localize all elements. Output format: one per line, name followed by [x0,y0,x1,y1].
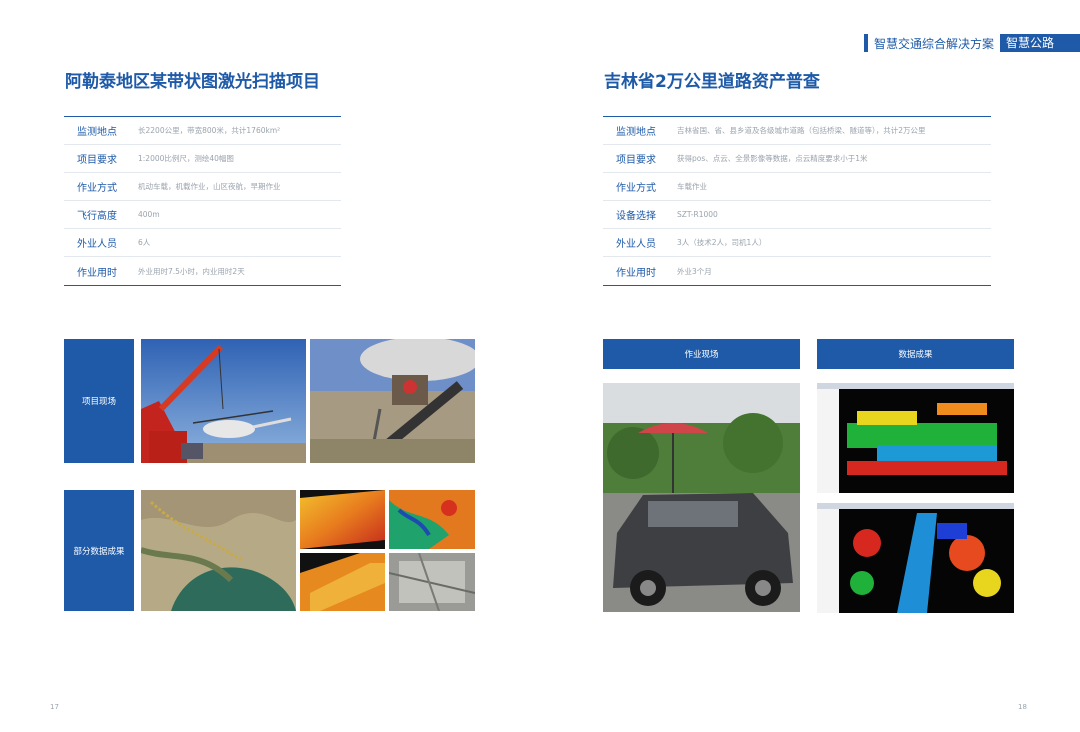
row-label: 作业方式 [77,183,117,194]
right-info-table: 监测地点 吉林省国、省、县乡道及各级城市道路（包括桥梁、隧道等），共计2万公里 项… [603,116,991,286]
table-row: 监测地点 长2200公里，带宽800米，共计1760km² [64,117,341,145]
row-value: SZT-R1000 [677,210,718,219]
equipment-closeup-photo [310,339,475,463]
elevation-map-green [389,490,475,549]
right-section-title: 吉林省2万公里道路资产普查 [604,72,820,92]
row-value: 吉林省国、省、县乡道及各级城市道路（包括桥梁、隧道等），共计2万公里 [677,126,926,135]
header-subtitle: 智慧交通综合解决方案 [873,36,994,51]
table-row: 项目要求 1:2000比例尺，测绘40幅图 [64,145,341,173]
row-value: 车载作业 [677,182,707,191]
header-accent-bar [863,34,868,52]
row-value: 400m [138,210,160,219]
row-label: 外业人员 [77,239,117,250]
table-row: 外业人员 6人 [64,229,341,257]
page-number-right: 18 [1018,703,1027,711]
header-tag: 智慧公路 [999,34,1080,52]
work-site-label: 作业现场 [603,339,800,369]
table-row: 外业人员 3人（技术2人，司机1人） [603,229,991,257]
page-number-left: 17 [50,703,59,711]
data-result-label: 数据成果 [817,339,1014,369]
table-row: 设备选择 SZT-R1000 [603,201,991,229]
row-value: 1:2000比例尺，测绘40幅图 [138,154,234,163]
grayscale-orthophoto [389,553,475,611]
row-value: 机动车载，机载作业，山区夜航，早期作业 [138,182,281,191]
crane-helicopter-photo [141,339,306,463]
document-header: 智慧交通综合解决方案 智慧公路 [863,34,1080,52]
table-row: 项目要求 获得pos、点云、全景影像等数据，点云精度要求小于1米 [603,145,991,173]
elevation-map-stripe [300,553,385,611]
table-row: 飞行高度 400m [64,201,341,229]
row-label: 作业用时 [616,267,656,279]
table-row: 作业用时 外业3个月 [603,257,991,285]
elevation-map-orange [300,490,385,549]
row-label: 作业方式 [616,183,656,194]
row-label: 飞行高度 [77,211,117,222]
satellite-terrain-image [141,490,296,611]
row-label: 监测地点 [616,127,656,138]
row-value: 长2200公里，带宽800米，共计1760km² [138,126,281,135]
row-value: 3人（技术2人，司机1人） [677,238,767,247]
row-value: 6人 [138,238,151,247]
point-cloud-screenshot-2 [817,503,1014,613]
row-label: 项目要求 [616,155,656,166]
point-cloud-screenshot-1 [817,383,1014,493]
table-row: 作业方式 机动车载，机载作业，山区夜航，早期作业 [64,173,341,201]
row-label: 项目要求 [77,155,117,166]
survey-vehicle-photo [603,383,800,612]
table-row: 作业用时 外业用时7.5小时，内业用时2天 [64,257,341,285]
row-value: 外业3个月 [677,266,712,276]
row-label: 监测地点 [77,127,117,138]
partial-data-label: 部分数据成果 [64,490,134,611]
project-site-label: 项目现场 [64,339,134,463]
left-section-title: 阿勒泰地区某带状图激光扫描项目 [65,72,320,92]
left-info-table: 监测地点 长2200公里，带宽800米，共计1760km² 项目要求 1:2000比… [64,116,341,286]
row-value: 外业用时7.5小时，内业用时2天 [138,266,245,276]
table-row: 监测地点 吉林省国、省、县乡道及各级城市道路（包括桥梁、隧道等），共计2万公里 [603,117,991,145]
row-label: 设备选择 [616,211,656,222]
row-label: 作业用时 [77,267,117,279]
row-value: 获得pos、点云、全景影像等数据，点云精度要求小于1米 [677,154,868,163]
table-row: 作业方式 车载作业 [603,173,991,201]
row-label: 外业人员 [616,239,656,250]
